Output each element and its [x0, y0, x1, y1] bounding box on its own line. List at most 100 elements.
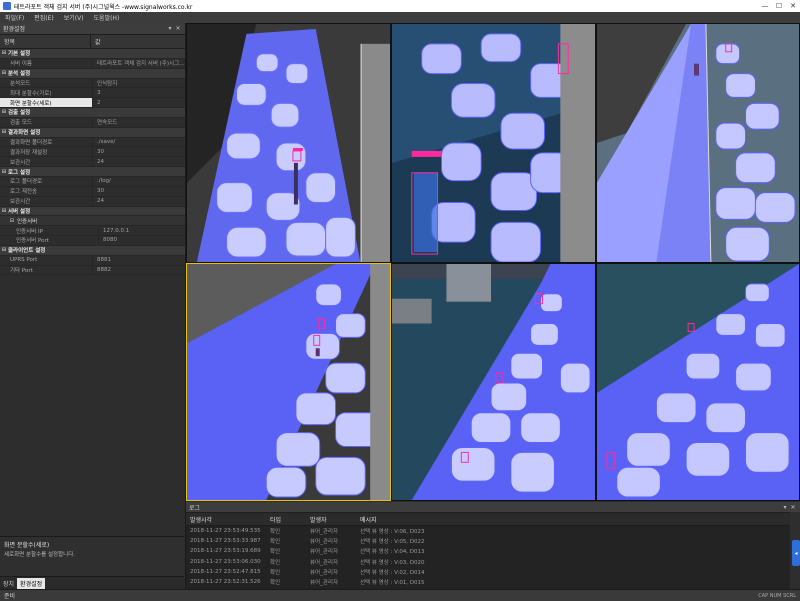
property-value[interactable]: 24 — [93, 198, 185, 204]
column-name-header[interactable]: 항목 — [0, 35, 91, 48]
property-row[interactable]: 결과저장 재설정 30 — [0, 147, 185, 158]
property-value[interactable]: 테트라포트 객체 검지 서버 (주)시그... — [93, 59, 185, 67]
window-title: 테트라포트 객체 검지 서버 (주)시그널웍스 -www.signalworks… — [14, 3, 193, 11]
property-row[interactable]: 보관시간 24 — [0, 157, 185, 168]
log-message: 선택 뷰 영상 : V:02, D014 — [360, 569, 425, 576]
property-name: 보관시간 — [0, 196, 93, 206]
property-value[interactable]: 8881 — [93, 257, 185, 263]
log-source: 뷰어_관리자 — [310, 569, 339, 576]
property-row[interactable]: 인증서버 IP 127.0.0.1 — [0, 226, 185, 237]
collapse-icon[interactable]: ⊟ — [0, 208, 8, 214]
log-close-icon[interactable]: ✕ — [789, 504, 797, 511]
camera-view-1[interactable] — [186, 23, 391, 263]
panel-close-icon[interactable]: ✕ — [174, 25, 182, 32]
property-value[interactable]: ./save/ — [93, 139, 185, 145]
property-value[interactable]: ./log/ — [93, 178, 185, 184]
camera-view-6[interactable] — [596, 263, 800, 501]
side-dock-icon[interactable]: ◂ — [792, 540, 800, 566]
category-label: 검출 설정 — [8, 110, 31, 117]
property-row[interactable]: UPRS Port 8881 — [0, 255, 185, 266]
property-category[interactable]: ⊟ 기본 설정 — [0, 49, 185, 59]
log-row[interactable]: 2018-11-27 23:53:06.030 확인 뷰어_관리자 선택 뷰 영상 :… — [186, 557, 800, 567]
property-row[interactable]: 서버 이름 테트라포트 객체 검지 서버 (주)시그... — [0, 58, 185, 69]
close-button[interactable]: ✕ — [786, 0, 800, 12]
property-value[interactable]: 8080 — [99, 237, 185, 243]
log-time: 2018-11-27 23:52:31.526 — [190, 579, 261, 586]
property-value[interactable]: 30 — [93, 188, 185, 194]
property-category[interactable]: ⊟ 클라이언트 설정 — [0, 245, 185, 256]
property-value[interactable]: 8882 — [93, 267, 185, 273]
menu-file[interactable]: 파일(F) — [0, 13, 29, 22]
property-name: 최대 분할수(가로) — [0, 88, 93, 98]
property-row[interactable]: 기타 Port 8882 — [0, 265, 185, 276]
log-col-type[interactable]: 타입 — [270, 515, 310, 524]
property-value[interactable]: 인식탐지 — [93, 79, 185, 87]
property-category[interactable]: ⊟ 로그 설정 — [0, 167, 185, 177]
collapse-icon[interactable]: ⊟ — [0, 129, 8, 135]
property-row[interactable]: 검출 모드 연속모드 — [0, 117, 185, 128]
log-pin-icon[interactable]: ▾ — [781, 504, 789, 511]
property-value[interactable]: 30 — [93, 149, 185, 155]
property-row[interactable]: 분석모드 인식탐지 — [0, 78, 185, 89]
log-source: 뷰어_관리자 — [310, 549, 339, 556]
menu-help[interactable]: 도움말(H) — [89, 13, 125, 22]
camera-view-4[interactable] — [186, 263, 391, 501]
log-col-source[interactable]: 발생자 — [310, 515, 360, 524]
property-row[interactable]: 결과화면 폴더경로 ./save/ — [0, 137, 185, 148]
log-time: 2018-11-27 23:53:06.030 — [190, 558, 261, 565]
status-bar: 준비 CAP NUM SCRL — [0, 589, 800, 601]
property-row[interactable]: 로그 폴더경로 ./log/ — [0, 176, 185, 187]
log-col-message[interactable]: 메시지 — [360, 515, 480, 524]
property-value[interactable]: 24 — [93, 159, 185, 165]
property-value[interactable]: 연속모드 — [93, 118, 185, 126]
camera-grid — [186, 23, 800, 501]
collapse-icon[interactable]: ⊟ — [0, 218, 17, 224]
property-subcategory[interactable]: ⊟ 인증서버 — [0, 216, 185, 227]
log-row[interactable]: 2018-11-27 23:52:47.815 확인 뷰어_관리자 선택 뷰 영상 :… — [186, 567, 800, 577]
log-source: 뷰어_관리자 — [310, 559, 339, 566]
collapse-icon[interactable]: ⊟ — [0, 109, 8, 115]
property-row[interactable]: 보관시간 24 — [0, 196, 185, 207]
property-row[interactable]: 로그 재전송 30 — [0, 186, 185, 197]
maximize-button[interactable]: ☐ — [772, 0, 786, 12]
tab-settings[interactable]: 환경설정 — [17, 578, 46, 589]
log-row[interactable]: 2018-11-27 23:53:49.535 확인 뷰어_관리자 선택 뷰 영상 :… — [186, 526, 800, 536]
log-row[interactable]: 2018-11-27 23:53:33.987 확인 뷰어_관리자 선택 뷰 영상 :… — [186, 536, 800, 546]
log-row[interactable]: 2018-11-27 23:52:31.526 확인 뷰어_관리자 선택 뷰 영상 :… — [186, 577, 800, 587]
menu-edit[interactable]: 편집(E) — [29, 13, 59, 22]
collapse-icon[interactable]: ⊟ — [0, 169, 8, 175]
property-category[interactable]: ⊟ 서버 설정 — [0, 206, 185, 217]
log-row[interactable]: 2018-11-27 23:53:19.689 확인 뷰어_관리자 선택 뷰 영상 :… — [186, 546, 800, 556]
panel-pin-icon[interactable]: ▾ — [166, 25, 174, 32]
log-type: 확인 — [270, 529, 281, 536]
property-value[interactable]: 2 — [93, 100, 185, 106]
property-description: 화면 분할수(세로) 세로화면 분할수를 설정합니다. — [0, 536, 184, 577]
property-name: UPRS Port — [0, 255, 93, 265]
log-message: 선택 뷰 영상 : V:04, D013 — [360, 549, 425, 556]
property-category[interactable]: ⊟ 결과화면 설정 — [0, 127, 185, 138]
settings-panel-header: 환경설정 ▾ ✕ — [0, 23, 185, 35]
minimize-button[interactable]: — — [758, 0, 772, 12]
panel-tabs: 장치 환경설정 — [0, 576, 184, 590]
camera-view-2[interactable] — [391, 23, 596, 263]
collapse-icon[interactable]: ⊟ — [0, 247, 8, 253]
collapse-icon[interactable]: ⊟ — [0, 50, 8, 56]
tab-devices[interactable]: 장치 — [0, 578, 17, 589]
category-label: 서버 설정 — [8, 208, 31, 215]
menu-view[interactable]: 보기(V) — [59, 13, 89, 22]
property-value[interactable]: 127.0.0.1 — [99, 228, 185, 234]
property-name: 인증서버 IP — [0, 226, 99, 236]
log-source: 뷰어_관리자 — [310, 580, 339, 587]
camera-view-3[interactable] — [596, 23, 800, 263]
property-row[interactable]: 인증서버 Port 8080 — [0, 236, 185, 246]
property-value[interactable]: 3 — [93, 90, 185, 96]
property-category[interactable]: ⊟ 검출 설정 — [0, 108, 185, 118]
property-category[interactable]: ⊟ 분석 설정 — [0, 68, 185, 79]
log-col-time[interactable]: 발생시각 — [186, 515, 270, 524]
property-row[interactable]: 최대 분할수(가로) 3 — [0, 88, 185, 99]
log-message: 선택 뷰 영상 : V:05, D022 — [360, 539, 425, 546]
property-row[interactable]: 화면 분할수(세로) 2 — [0, 98, 185, 109]
column-value-header[interactable]: 값 — [91, 35, 101, 48]
camera-view-5[interactable] — [391, 263, 596, 501]
collapse-icon[interactable]: ⊟ — [0, 70, 8, 76]
